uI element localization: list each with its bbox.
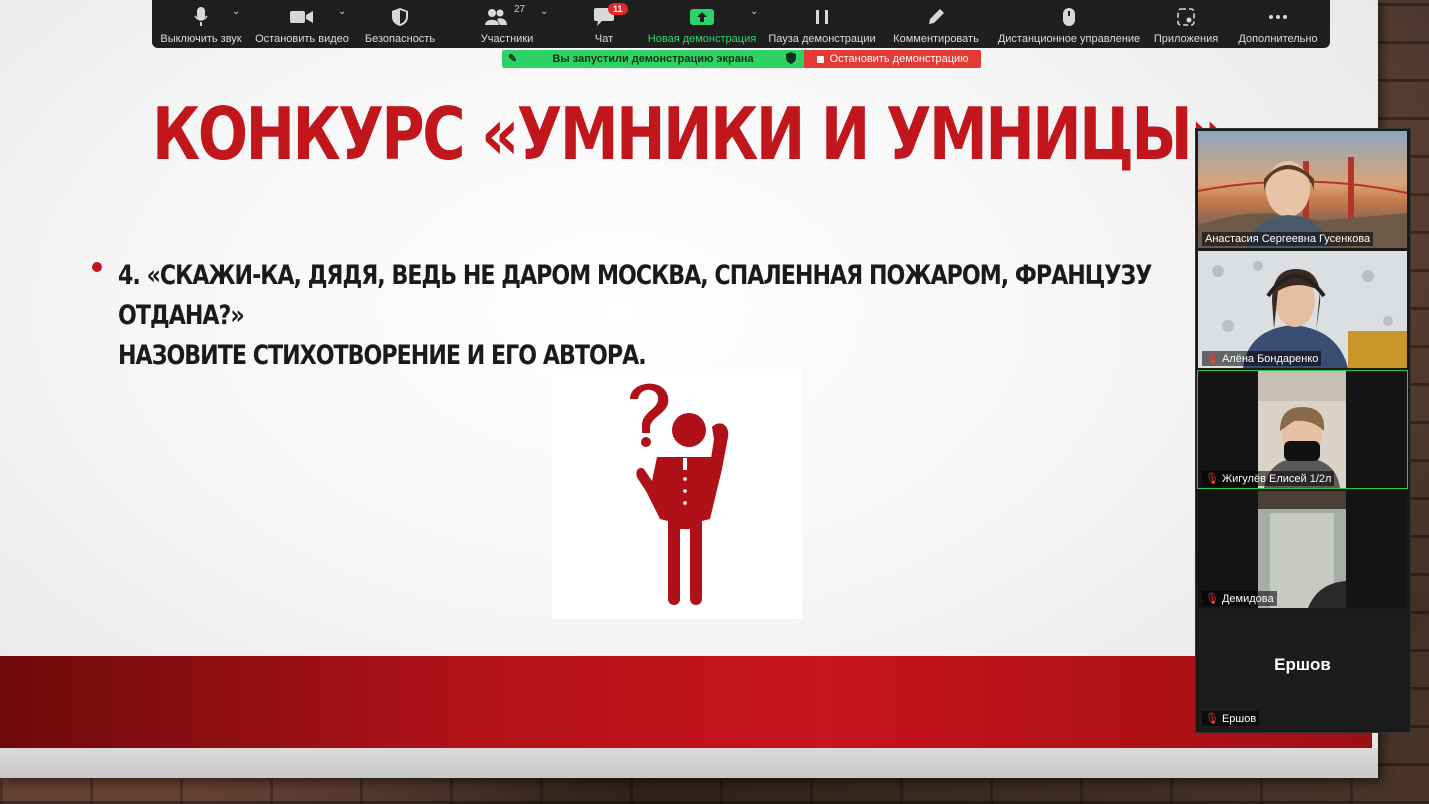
chevron-down-icon[interactable]: ⌄ [540,6,548,17]
presentation-slide: КОНКУРС «УМНИКИ И УМНИЦЫ» 4. «СКАЖИ-КА, … [0,0,1378,778]
participant-name-text: Демидова [1221,593,1274,605]
bullet-line-1: 4. «СКАЖИ-КА, ДЯДЯ, ВЕДЬ НЕ ДАРОМ МОСКВА… [118,260,1152,331]
mute-button[interactable]: ⌄ Выключить звук [152,0,250,48]
apps-button[interactable]: Приложения [1146,0,1226,48]
slide-bottom-edge [0,748,1378,778]
participant-name: Анастасия Сергеевна Гусенкова [1202,232,1374,246]
sharing-status-banner[interactable]: ✎ Вы запустили демонстрацию экрана [502,50,804,68]
muted-mic-icon: 🎙 [1205,593,1219,605]
pin-icon: ✎ [508,53,518,65]
apps-label: Приложения [1153,33,1219,45]
participant-video [1198,131,1407,248]
chevron-down-icon[interactable]: ⌄ [232,6,240,17]
bullet-dot [92,262,102,272]
share-screen-icon [690,7,714,27]
more-icon [1268,7,1288,27]
zoom-toolbar: ⌄ Выключить звук ⌄ Остановить видео Безо… [152,0,1330,48]
pause-share-label: Пауза демонстрации [768,33,876,45]
security-button[interactable]: Безопасность [354,0,446,48]
chat-label: Чат [594,33,614,45]
video-tile[interactable]: 🎙 Демидова [1198,491,1407,608]
stop-share-label: Остановить демонстрацию [829,53,969,65]
shield-icon [392,7,408,27]
participants-icon [485,7,507,27]
video-tile[interactable]: 🎙 Алёна Бондаренко [1198,251,1407,368]
annotate-button[interactable]: Комментировать [880,0,992,48]
muted-mic-icon: 🎙 [1205,473,1219,485]
participant-name: 🎙 Алёна Бондаренко [1202,351,1322,366]
chevron-down-icon[interactable]: ⌄ [338,6,346,17]
participant-name: 🎙 Демидова [1202,591,1277,606]
pencil-icon [927,7,945,27]
remote-control-label: Дистанционное управление [997,33,1141,45]
participants-label: Участники [480,33,534,45]
video-tile[interactable]: Анастасия Сергеевна Гусенкова [1198,131,1407,248]
pause-share-button[interactable]: Пауза демонстрации [764,0,880,48]
stop-icon [816,55,824,63]
participant-name: 🎙 Ершов [1202,711,1260,726]
shield-icon [786,52,796,67]
participant-name-text: Жигулёв Елисей 1/2л [1221,473,1332,485]
apps-icon [1177,7,1195,27]
video-tile-active-speaker[interactable]: 🎙 Жигулёв Елисей 1/2л [1197,370,1408,489]
video-tile[interactable]: Ершов 🎙 Ершов [1198,611,1407,728]
participants-button[interactable]: 27 ⌄ Участники [446,0,568,48]
participant-name-text: Ершов [1221,713,1257,725]
chat-button[interactable]: 11 Чат [568,0,640,48]
pause-icon [815,7,829,27]
slide-red-band [0,656,1372,748]
participants-count: 27 [514,4,526,15]
participant-display-name: Ершов [1274,655,1331,674]
bullet-text: 4. «СКАЖИ-КА, ДЯДЯ, ВЕДЬ НЕ ДАРОМ МОСКВА… [118,256,1233,376]
participant-name: 🎙 Жигулёв Елисей 1/2л [1202,471,1335,486]
more-label: Дополнительно [1238,33,1318,45]
chat-unread-badge: 11 [608,3,628,15]
new-share-button[interactable]: ⌄ Новая демонстрация [640,0,764,48]
mute-label: Выключить звук [160,33,242,45]
remote-control-button[interactable]: Дистанционное управление [992,0,1146,48]
video-camera-icon [290,7,314,27]
muted-mic-icon: 🎙 [1205,713,1219,725]
mouse-icon [1062,7,1076,27]
more-button[interactable]: Дополнительно [1226,0,1330,48]
stop-video-label: Остановить видео [255,33,349,45]
sharing-status-text: Вы запустили демонстрацию экрана [552,53,754,65]
microphone-icon [194,7,208,27]
muted-mic-icon: 🎙 [1205,353,1219,365]
participant-name-text: Алёна Бондаренко [1221,353,1319,365]
new-share-label: Новая демонстрация [647,33,757,45]
stop-share-button[interactable]: Остановить демонстрацию [804,50,981,68]
thinking-man-picture [552,369,802,619]
chevron-down-icon[interactable]: ⌄ [750,6,758,17]
annotate-label: Комментировать [893,33,979,45]
video-gallery-panel[interactable]: Анастасия Сергеевна Гусенкова 🎙 Алёна Бон… [1195,128,1411,733]
slide-title: КОНКУРС «УМНИКИ И УМНИЦЫ» [152,92,1228,176]
security-label: Безопасность [364,33,436,45]
stop-video-button[interactable]: ⌄ Остановить видео [250,0,354,48]
